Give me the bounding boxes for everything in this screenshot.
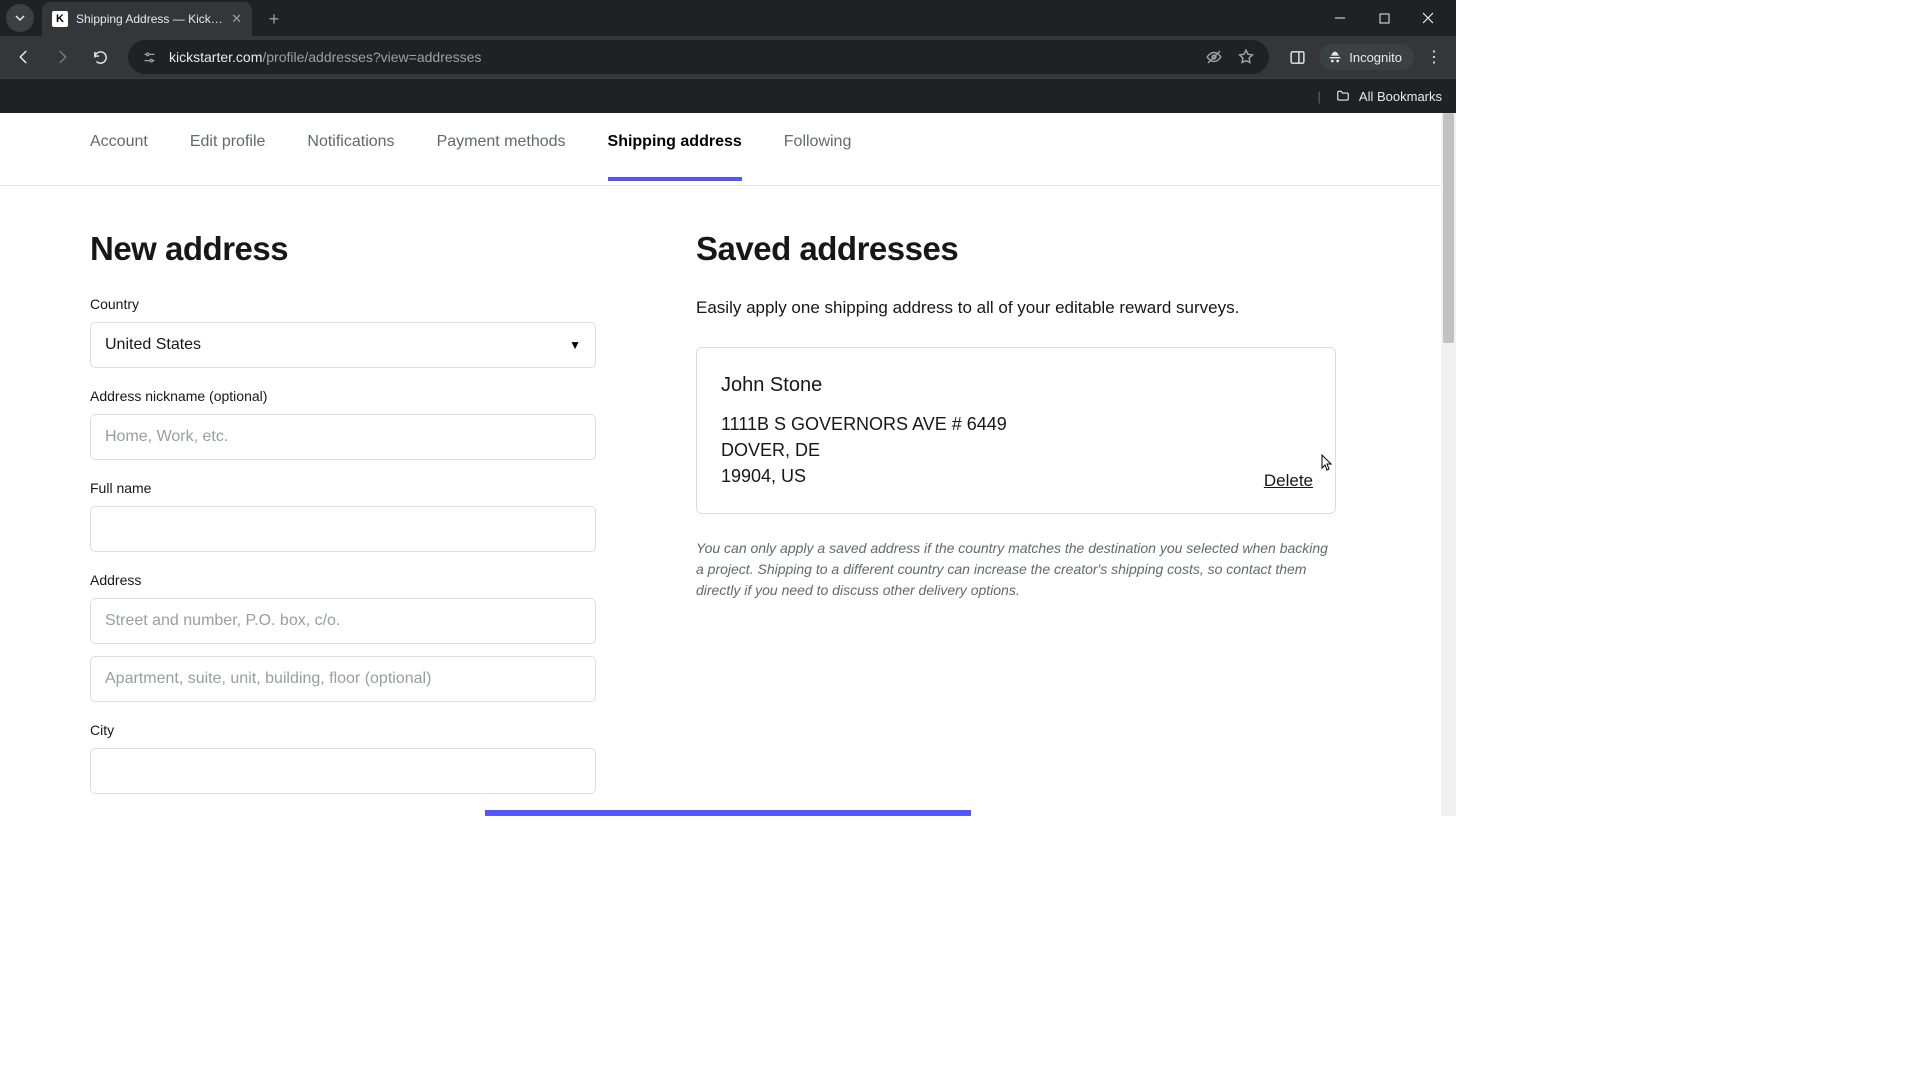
tab-payment-methods[interactable]: Payment methods [437,133,566,181]
fullname-input[interactable] [90,506,596,552]
side-panel-icon[interactable] [1281,41,1313,73]
tab-account[interactable]: Account [90,133,148,181]
country-label: Country [90,296,596,312]
scrollbar[interactable] [1441,113,1456,816]
address-line1-input[interactable] [90,598,596,644]
eye-off-icon[interactable] [1205,48,1223,66]
reload-button[interactable] [84,41,116,73]
window-close-icon[interactable] [1416,12,1440,24]
delete-address-button[interactable]: Delete [1264,471,1313,491]
page-content: Account Edit profile Notifications Payme… [0,113,1456,816]
saved-addresses-heading: Saved addresses [696,230,1336,268]
address-label: Address [90,572,596,588]
tab-shipping-address[interactable]: Shipping address [608,133,742,181]
saved-address-line2: DOVER, DE [721,437,1311,463]
maximize-icon[interactable] [1372,13,1396,24]
browser-toolbar: kickstarter.com/profile/addresses?view=a… [0,36,1456,78]
tab-notifications[interactable]: Notifications [307,133,394,181]
country-select[interactable]: United States ▼ [90,322,596,368]
nickname-label: Address nickname (optional) [90,388,596,404]
address-bar[interactable]: kickstarter.com/profile/addresses?view=a… [128,40,1269,74]
bottom-accent-bar [485,810,971,816]
back-button[interactable] [8,41,40,73]
saved-address-name: John Stone [721,374,1311,397]
nickname-input[interactable] [90,414,596,460]
chevron-down-icon: ▼ [569,338,581,352]
browser-chrome: K Shipping Address — Kickstarter ✕ + [0,0,1456,113]
close-icon[interactable]: ✕ [231,11,242,27]
all-bookmarks-button[interactable]: All Bookmarks [1359,89,1442,104]
tab-edit-profile[interactable]: Edit profile [190,133,266,181]
saved-address-line3: 19904, US [721,463,1311,489]
city-input[interactable] [90,748,596,794]
incognito-badge[interactable]: Incognito [1319,44,1414,70]
tab-following[interactable]: Following [784,133,852,181]
tab-search-button[interactable] [6,4,34,32]
saved-address-line1: 1111B S GOVERNORS AVE # 6449 [721,411,1311,437]
browser-tab[interactable]: K Shipping Address — Kickstarter ✕ [42,2,252,36]
saved-address-card: John Stone 1111B S GOVERNORS AVE # 6449 … [696,347,1336,514]
city-label: City [90,722,596,738]
minimize-icon[interactable] [1328,12,1352,24]
fullname-label: Full name [90,480,596,496]
window-controls [1328,0,1456,36]
bookmarks-bar: | All Bookmarks [0,78,1456,113]
forward-button[interactable] [46,41,78,73]
browser-menu-icon[interactable]: ⋮ [1420,47,1448,67]
new-tab-button[interactable]: + [260,5,288,33]
folder-icon [1335,89,1351,103]
site-settings-icon[interactable] [142,50,157,65]
address-line2-input[interactable] [90,656,596,702]
saved-addresses-footnote: You can only apply a saved address if th… [696,538,1336,601]
new-address-heading: New address [90,230,596,268]
url-text: kickstarter.com/profile/addresses?view=a… [169,49,1193,65]
saved-addresses-description: Easily apply one shipping address to all… [696,296,1336,321]
favicon-icon: K [52,11,68,27]
state-label: State/Territory [90,814,336,816]
tab-title: Shipping Address — Kickstarter [76,12,223,26]
bookmark-star-icon[interactable] [1237,48,1255,66]
country-value: United States [105,336,201,354]
settings-tabs: Account Edit profile Notifications Payme… [0,113,1456,186]
tab-strip: K Shipping Address — Kickstarter ✕ + [0,0,1456,36]
scrollbar-thumb[interactable] [1443,113,1454,343]
saved-address-lines: 1111B S GOVERNORS AVE # 6449 DOVER, DE 1… [721,411,1311,489]
